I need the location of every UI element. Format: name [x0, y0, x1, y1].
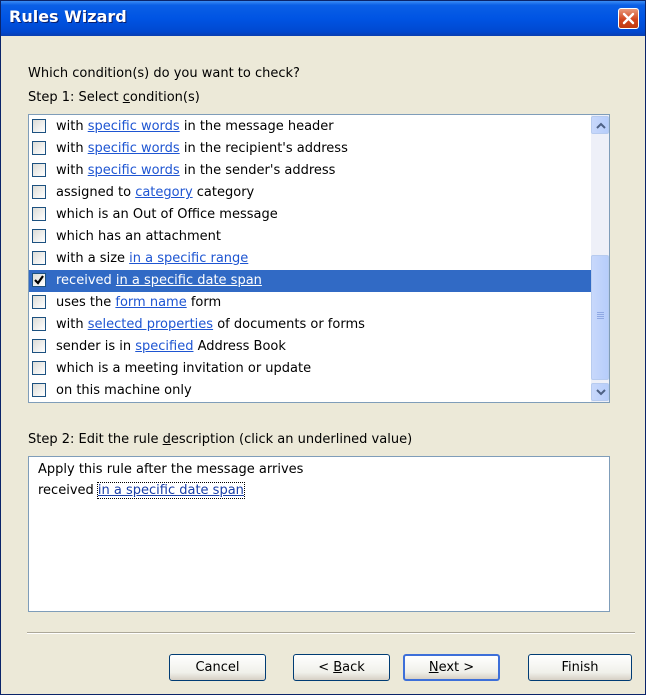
condition-checkbox[interactable] — [32, 361, 46, 375]
condition-checkbox[interactable] — [32, 251, 46, 265]
scroll-down-button[interactable] — [591, 383, 609, 401]
condition-checkbox[interactable] — [32, 119, 46, 133]
condition-checkbox[interactable] — [32, 207, 46, 221]
condition-value-link[interactable]: category — [135, 185, 192, 200]
condition-row[interactable]: received in a specific date span — [29, 270, 591, 292]
checkmark-icon — [34, 275, 44, 285]
description-line-1: Apply this rule after the message arrive… — [38, 462, 304, 477]
rule-description-box: Apply this rule after the message arrive… — [28, 456, 610, 612]
condition-row[interactable]: with a size in a specific range — [29, 248, 591, 270]
condition-value-link[interactable]: form name — [115, 295, 186, 310]
condition-checkbox[interactable] — [32, 229, 46, 243]
condition-value-link[interactable]: specific words — [88, 119, 180, 134]
condition-checkbox[interactable] — [32, 185, 46, 199]
cancel-button[interactable]: Cancel — [169, 654, 266, 681]
window-title: Rules Wizard — [9, 7, 127, 26]
condition-checkbox[interactable] — [32, 163, 46, 177]
condition-value-link[interactable]: selected properties — [88, 317, 213, 332]
condition-checkbox[interactable] — [32, 317, 46, 331]
arrow-down-icon — [596, 389, 606, 396]
condition-row[interactable]: assigned to category category — [29, 182, 591, 204]
finish-button[interactable]: Finish — [528, 654, 632, 681]
condition-row[interactable]: sender is in specified Address Book — [29, 336, 591, 358]
condition-row[interactable]: with specific words in the message heade… — [29, 116, 591, 138]
thumb-grip-line — [597, 316, 604, 317]
thumb-grip-line — [597, 318, 604, 319]
rules-wizard-window: Rules Wizard Which condition(s) do you w… — [0, 0, 646, 695]
close-icon — [622, 12, 635, 25]
condition-text: received in a specific date span — [56, 273, 262, 288]
condition-checkbox[interactable] — [32, 141, 46, 155]
condition-value-link[interactable]: specific words — [88, 141, 180, 156]
condition-row[interactable]: with selected properties of documents or… — [29, 314, 591, 336]
condition-text: with specific words in the sender's addr… — [56, 163, 336, 178]
condition-text: with selected properties of documents or… — [56, 317, 365, 332]
conditions-scrollbar[interactable] — [591, 115, 609, 402]
condition-checkbox[interactable] — [32, 383, 46, 397]
condition-text: with specific words in the recipient's a… — [56, 141, 348, 156]
thumb-grip-line — [597, 312, 604, 313]
condition-row[interactable]: with specific words in the sender's addr… — [29, 160, 591, 182]
condition-text: sender is in specified Address Book — [56, 339, 286, 354]
description-line-2: received in a specific date span — [38, 482, 245, 499]
conditions-list[interactable]: with specific words in the message heade… — [28, 114, 610, 403]
condition-checkbox[interactable] — [32, 339, 46, 353]
condition-prompt: Which condition(s) do you want to check? — [28, 66, 300, 81]
condition-text: which is a meeting invitation or update — [56, 361, 312, 376]
condition-row[interactable]: on this machine only — [29, 380, 591, 402]
condition-text: with a size in a specific range — [56, 251, 249, 266]
back-button[interactable]: < Back — [293, 654, 390, 681]
condition-text: which is an Out of Office message — [56, 207, 278, 222]
separator — [27, 632, 635, 634]
condition-value-link[interactable]: in a specific date span — [116, 273, 262, 288]
next-button[interactable]: Next > — [403, 654, 500, 681]
arrow-up-icon — [596, 122, 606, 129]
close-button[interactable] — [618, 8, 639, 29]
thumb-grip-line — [597, 314, 604, 315]
step2-label: Step 2: Edit the rule description (click… — [28, 432, 413, 447]
condition-row[interactable]: which is a meeting invitation or update — [29, 358, 591, 380]
scroll-up-button[interactable] — [591, 116, 609, 134]
condition-checkbox[interactable] — [32, 295, 46, 309]
condition-value-link[interactable]: specific words — [88, 163, 180, 178]
condition-row[interactable]: uses the form name form — [29, 292, 591, 314]
condition-value-link[interactable]: specified — [135, 339, 193, 354]
condition-row[interactable]: which is an Out of Office message — [29, 204, 591, 226]
condition-text: which has an attachment — [56, 229, 221, 244]
condition-row[interactable]: which has an attachment — [29, 226, 591, 248]
condition-row[interactable]: with specific words in the recipient's a… — [29, 138, 591, 160]
condition-text: uses the form name form — [56, 295, 222, 310]
condition-checkbox[interactable] — [32, 273, 46, 287]
condition-text: with specific words in the message heade… — [56, 119, 334, 134]
scroll-thumb[interactable] — [591, 255, 609, 380]
step1-label: Step 1: Select condition(s) — [28, 90, 200, 105]
date-span-link[interactable]: in a specific date span — [96, 482, 245, 499]
title-bar: Rules Wizard — [1, 1, 645, 36]
condition-text: on this machine only — [56, 383, 192, 398]
condition-text: assigned to category category — [56, 185, 255, 200]
condition-value-link[interactable]: in a specific range — [129, 251, 248, 266]
